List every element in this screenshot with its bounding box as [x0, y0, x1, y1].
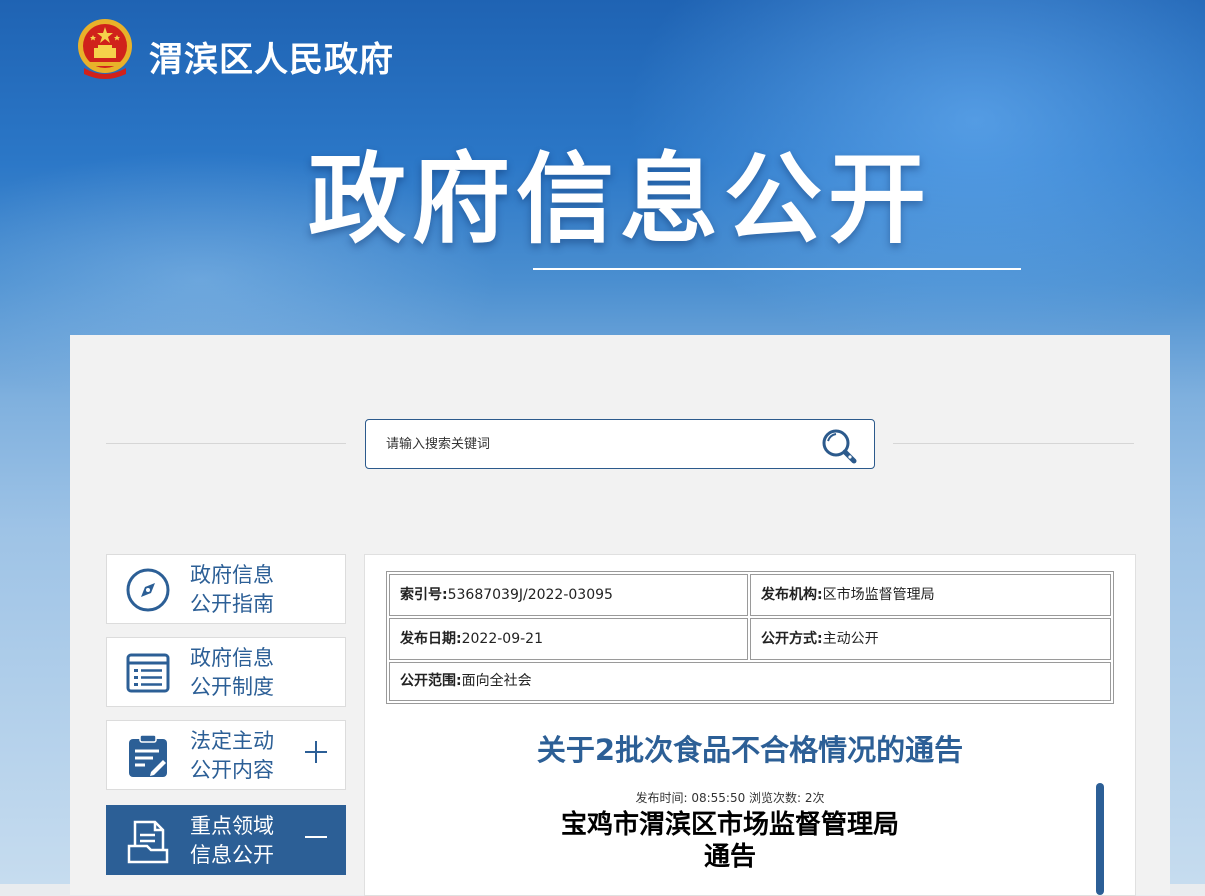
document-stack-icon — [127, 820, 169, 864]
search-divider-right — [893, 443, 1134, 444]
search-divider-left — [106, 443, 346, 444]
sidebar-item-statutory-content[interactable]: 法定主动 公开内容 — [106, 720, 346, 790]
meta-index-label: 索引号: — [400, 587, 448, 603]
sidebar-item-label: 政府信息 公开制度 — [190, 646, 274, 699]
meta-scope-value: 面向全社会 — [461, 673, 532, 689]
meta-date-label: 发布日期: — [400, 631, 462, 647]
national-emblem-icon[interactable] — [76, 18, 134, 80]
meta-publisher: 发布机构:区市场监督管理局 — [750, 574, 1111, 616]
article-content: 索引号:53687039J/2022-03095 发布机构:区市场监督管理局 发… — [364, 554, 1136, 896]
clipboard-edit-icon — [129, 734, 167, 777]
sidebar-item-label: 重点领域 信息公开 — [190, 814, 274, 867]
list-document-icon — [126, 653, 170, 693]
sidebar-item-disclosure-system[interactable]: 政府信息 公开制度 — [106, 637, 346, 707]
compass-icon — [126, 568, 170, 612]
content-scrollbar[interactable] — [1096, 783, 1104, 895]
sidebar-item-label: 法定主动 公开内容 — [190, 729, 274, 782]
publish-time-value: 08:55:50 — [691, 791, 746, 805]
meta-method: 公开方式:主动公开 — [750, 618, 1111, 660]
search-input[interactable] — [384, 432, 808, 456]
meta-index-value: 53687039J/2022-03095 — [447, 587, 613, 603]
meta-scope: 公开范围:面向全社会 — [389, 662, 1111, 701]
meta-publisher-value: 区市场监督管理局 — [822, 587, 935, 603]
search-icon[interactable] — [818, 426, 862, 466]
views-label: 浏览次数: — [745, 791, 805, 805]
search-box — [365, 419, 875, 469]
article-title: 关于2批次食品不合格情况的通告 — [536, 733, 964, 767]
meta-method-value: 主动公开 — [822, 631, 879, 647]
meta-method-label: 公开方式: — [761, 631, 823, 647]
hero-underline — [533, 268, 1021, 270]
publish-time-label: 发布时间: — [635, 791, 692, 805]
document-heading: 宝鸡市渭滨区市场监督管理局 通告 — [365, 809, 1095, 873]
views-value: 2次 — [804, 791, 825, 805]
meta-scope-label: 公开范围: — [400, 673, 462, 689]
page-hero-title: 政府信息公开 — [307, 143, 932, 257]
expand-plus-icon[interactable] — [303, 739, 329, 765]
meta-publisher-label: 发布机构: — [761, 587, 823, 603]
meta-index: 索引号:53687039J/2022-03095 — [389, 574, 748, 616]
document-heading-line2: 通告 — [703, 842, 756, 872]
article-publish-info: 发布时间: 08:55:50 浏览次数: 2次 — [365, 789, 1095, 806]
meta-date-value: 2022-09-21 — [461, 631, 543, 647]
sidebar-item-disclosure-guide[interactable]: 政府信息 公开指南 — [106, 554, 346, 624]
metadata-table: 索引号:53687039J/2022-03095 发布机构:区市场监督管理局 发… — [386, 571, 1114, 704]
site-name[interactable]: 渭滨区人民政府 — [149, 32, 394, 81]
sidebar-item-label: 政府信息 公开指南 — [190, 563, 274, 616]
sidebar-item-key-areas[interactable]: 重点领域 信息公开 — [106, 805, 346, 875]
main-panel: 政府信息 公开指南 政府信息 公开制度 法定主动 公开内容 — [70, 335, 1170, 896]
meta-date: 发布日期:2022-09-21 — [389, 618, 748, 660]
collapse-minus-icon[interactable] — [303, 824, 329, 850]
document-heading-line1: 宝鸡市渭滨区市场监督管理局 — [560, 810, 899, 840]
